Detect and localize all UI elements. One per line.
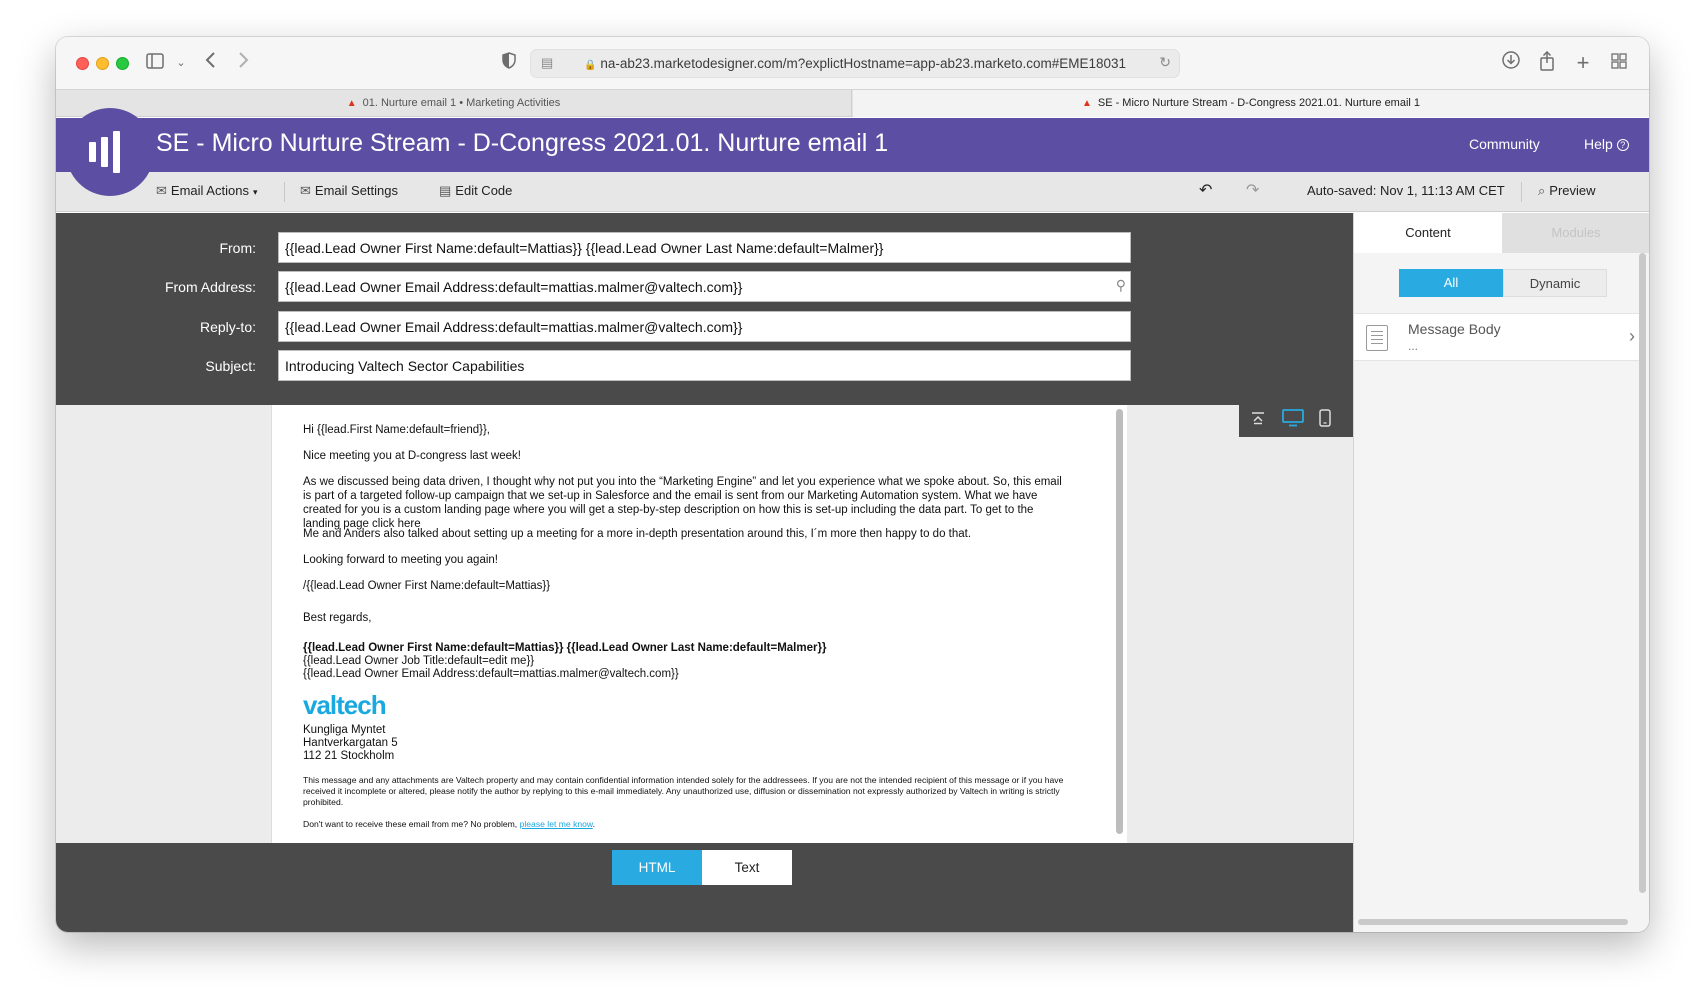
- redo-icon[interactable]: ↷: [1246, 180, 1259, 200]
- undo-icon[interactable]: ↶: [1199, 180, 1212, 200]
- envelope-gear-icon: ✉: [300, 183, 311, 198]
- app-header: SE - Micro Nurture Stream - D-Congress 2…: [56, 118, 1649, 172]
- search-icon: ⌕: [1538, 183, 1546, 198]
- list-item-message-body[interactable]: Message Body ... ›: [1354, 313, 1639, 361]
- greeting: Hi {{lead.First Name:default=friend}},: [303, 424, 490, 436]
- share-icon[interactable]: [1534, 50, 1560, 75]
- reply-to-field[interactable]: {{lead.Lead Owner Email Address:default=…: [278, 311, 1131, 342]
- address-bar[interactable]: ▤ 🔒 na-ab23.marketodesigner.com/m?explict…: [530, 49, 1180, 78]
- chevron-down-icon[interactable]: ⌄: [168, 51, 194, 75]
- signature-name: {{lead.Lead Owner First Name:default=Mat…: [303, 642, 827, 654]
- email-settings-button[interactable]: ✉ Email Settings: [300, 183, 398, 199]
- tab-modules[interactable]: Modules: [1502, 213, 1649, 253]
- preview-button[interactable]: ⌕ Preview: [1538, 183, 1596, 199]
- format-toggle-bar: HTML Text: [56, 843, 1353, 932]
- from-address-label: From Address:: [164, 279, 256, 295]
- closing-line: Looking forward to meeting you again!: [303, 554, 498, 566]
- body-paragraph-2: Me and Anders also talked about setting …: [303, 528, 972, 540]
- caret-down-icon: ▾: [252, 187, 258, 197]
- panel-vertical-scrollbar[interactable]: [1639, 253, 1646, 893]
- regards: Best regards,: [303, 612, 372, 624]
- reply-to-label: Reply-to:: [199, 319, 256, 335]
- reload-icon[interactable]: ↻: [1159, 54, 1171, 71]
- tab-email-editor[interactable]: ▲ SE - Micro Nurture Stream - D-Congress …: [853, 90, 1649, 117]
- message-body-title: Message Body: [1408, 321, 1501, 337]
- action-bar: ✉ Email Actions ▾ ✉ Email Settings ▤ Edit Co…: [56, 172, 1649, 212]
- page-title: SE - Micro Nurture Stream - D-Congress 2…: [156, 129, 889, 157]
- collapse-header-icon[interactable]: [1244, 409, 1272, 433]
- desktop-view-icon[interactable]: [1279, 409, 1307, 433]
- privacy-shield-icon[interactable]: [496, 51, 522, 75]
- forward-icon[interactable]: [230, 51, 256, 75]
- address-line-1: Kungliga Myntet: [303, 724, 386, 736]
- from-address-field[interactable]: {{lead.Lead Owner Email Address:default=…: [278, 271, 1131, 302]
- chevron-right-icon: ›: [1629, 326, 1635, 346]
- community-link[interactable]: Community: [1469, 136, 1540, 152]
- sidebar-toggle-icon[interactable]: [142, 51, 168, 75]
- lock-icon: 🔒: [583, 60, 597, 71]
- url-text: na-ab23.marketodesigner.com/m?explictHos…: [600, 56, 1127, 71]
- panel-horizontal-scrollbar[interactable]: [1358, 919, 1628, 925]
- close-window-button[interactable]: [76, 57, 89, 70]
- marketo-logo[interactable]: [66, 108, 154, 196]
- mobile-view-icon[interactable]: [1311, 409, 1339, 433]
- help-link[interactable]: Help?: [1584, 136, 1629, 152]
- tab-content[interactable]: Content: [1354, 213, 1502, 253]
- html-toggle-button[interactable]: HTML: [612, 850, 702, 885]
- code-file-icon: ▤: [439, 183, 452, 198]
- from-label: From:: [219, 240, 256, 256]
- intro-line: Nice meeting you at D-congress last week…: [303, 450, 521, 462]
- tab-marketing-activities[interactable]: ▲ 01. Nurture email 1 • Marketing Activit…: [56, 90, 852, 117]
- subject-label: Subject:: [205, 358, 256, 374]
- signature-email: {{lead.Lead Owner Email Address:default=…: [303, 668, 679, 680]
- marketo-tab-icon: ▲: [346, 98, 357, 109]
- signature-short: /{{lead.Lead Owner First Name:default=Ma…: [303, 580, 551, 592]
- filter-dynamic-button[interactable]: Dynamic: [1503, 269, 1607, 297]
- envelope-icon: ✉: [156, 183, 167, 198]
- minimize-window-button[interactable]: [96, 57, 109, 70]
- help-icon: ?: [1616, 139, 1629, 151]
- text-toggle-button[interactable]: Text: [702, 850, 792, 885]
- back-icon[interactable]: [198, 51, 224, 75]
- marketo-tab-icon: ▲: [1081, 98, 1092, 109]
- disclaimer: This message and any attachments are Val…: [303, 775, 1064, 808]
- document-icon: [1366, 325, 1388, 351]
- signature-title: {{lead.Lead Owner Job Title:default=edit…: [303, 655, 535, 667]
- email-actions-menu[interactable]: ✉ Email Actions ▾: [156, 183, 257, 199]
- edit-code-button[interactable]: ▤ Edit Code: [439, 183, 512, 199]
- browser-toolbar: ⌄ ▤ 🔒 na-ab23.marketodesigner.com/m?expli…: [56, 37, 1649, 89]
- address-line-3: 112 21 Stockholm: [303, 750, 395, 762]
- unsubscribe-link[interactable]: please let me know: [520, 819, 593, 829]
- email-header-fields: From: {{lead.Lead Owner First Name:defau…: [56, 213, 1353, 405]
- content-panel: Content Modules All Dynamic Message Body…: [1353, 213, 1649, 932]
- browser-window: ⌄ ▤ 🔒 na-ab23.marketodesigner.com/m?expli…: [56, 37, 1649, 932]
- address-line-2: Hantverkargatan 5: [303, 737, 398, 749]
- downloads-icon[interactable]: [1498, 51, 1524, 75]
- email-body[interactable]: Hi {{lead.First Name:default=friend}}, N…: [271, 405, 1127, 843]
- from-field[interactable]: {{lead.Lead Owner First Name:default=Mat…: [278, 232, 1131, 263]
- filter-all-button[interactable]: All: [1399, 269, 1503, 297]
- message-body-subtitle: ...: [1408, 339, 1419, 353]
- token-icon[interactable]: ⚲: [1116, 277, 1126, 294]
- subject-field[interactable]: Introducing Valtech Sector Capabilities: [278, 350, 1131, 381]
- new-tab-icon[interactable]: +: [1570, 51, 1596, 75]
- tab-overview-icon[interactable]: [1606, 51, 1632, 75]
- view-mode-toolbar: [1239, 405, 1353, 437]
- valtech-logo: valtech: [303, 690, 387, 720]
- email-scrollbar[interactable]: [1116, 409, 1123, 834]
- email-editor-canvas: Hi {{lead.First Name:default=friend}}, N…: [56, 405, 1353, 843]
- body-paragraph-1: As we discussed being data driven, I tho…: [303, 476, 1062, 531]
- unsubscribe-line: Don't want to receive these email from m…: [303, 819, 596, 829]
- autosave-status: Auto-saved: Nov 1, 11:13 AM CET: [1307, 183, 1505, 198]
- tab-bar: ▲ 01. Nurture email 1 • Marketing Activit…: [56, 89, 1649, 117]
- zoom-window-button[interactable]: [116, 57, 129, 70]
